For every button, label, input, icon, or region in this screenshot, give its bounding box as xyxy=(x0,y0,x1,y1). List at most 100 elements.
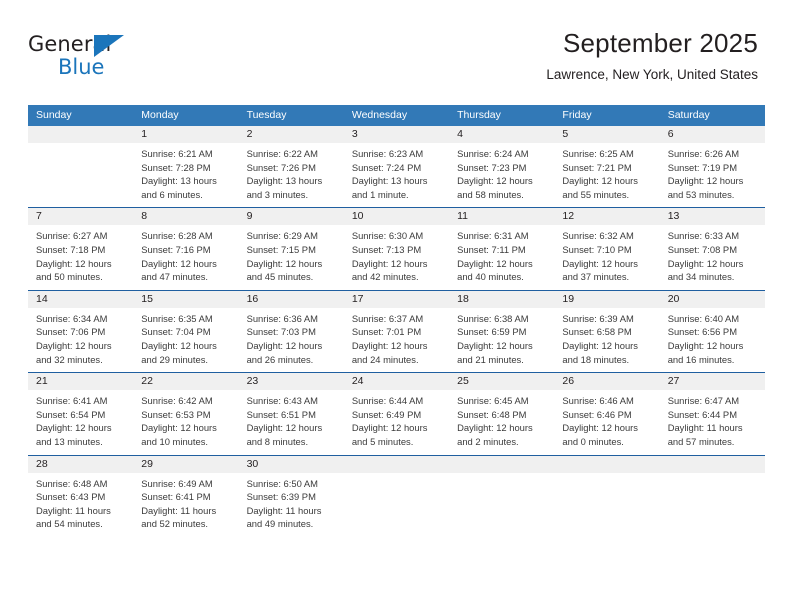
daylight-text-line2: and 57 minutes. xyxy=(667,435,735,447)
sunrise-text: Sunrise: 6:46 AM xyxy=(562,395,634,407)
sunset-text: Sunset: 7:13 PM xyxy=(351,243,422,255)
calendar-day-cell[interactable]: 30 Sunrise: 6:50 AM Sunset: 6:39 PM Dayligh… xyxy=(238,455,344,537)
day-details: Sunrise: 6:50 AM Sunset: 6:39 PM Daylight:… xyxy=(239,473,344,537)
calendar-day-cell[interactable]: 8 Sunrise: 6:28 AM Sunset: 7:16 PM Daylight… xyxy=(133,208,239,289)
calendar-day-cell[interactable]: 13 Sunrise: 6:33 AM Sunset: 7:08 PM Dayligh… xyxy=(659,208,765,289)
day-number: 20 xyxy=(659,290,765,308)
daylight-text-line2: and 2 minutes. xyxy=(457,435,519,447)
day-details xyxy=(449,473,554,483)
sunset-text: Sunset: 6:53 PM xyxy=(141,408,211,420)
calendar-day-cell[interactable]: 29 Sunrise: 6:49 AM Sunset: 6:41 PM Dayligh… xyxy=(133,455,239,537)
sunset-text: Sunset: 7:08 PM xyxy=(667,243,737,255)
day-details: Sunrise: 6:44 AM Sunset: 6:49 PM Daylight:… xyxy=(344,390,449,454)
sunset-text: Sunset: 7:19 PM xyxy=(667,161,737,173)
daylight-text-line2: and 50 minutes. xyxy=(36,271,103,283)
calendar-day-cell[interactable]: 7 Sunrise: 6:27 AM Sunset: 7:18 PM Daylight… xyxy=(28,208,134,289)
calendar-day-cell[interactable]: 27 Sunrise: 6:47 AM Sunset: 6:44 PM Dayligh… xyxy=(659,373,765,454)
calendar-day-cell[interactable]: 2 Sunrise: 6:22 AM Sunset: 7:26 PM Daylight… xyxy=(238,126,344,207)
calendar-day-cell[interactable]: 17 Sunrise: 6:37 AM Sunset: 7:01 PM Dayligh… xyxy=(343,290,450,372)
calendar-day-cell[interactable]: 26 Sunrise: 6:46 AM Sunset: 6:46 PM Dayligh… xyxy=(554,373,660,454)
day-number: 16 xyxy=(238,290,344,308)
sunset-text: Sunset: 6:58 PM xyxy=(562,326,632,338)
daylight-text-line2: and 32 minutes. xyxy=(36,353,103,365)
calendar-day-cell[interactable]: 18 Sunrise: 6:38 AM Sunset: 6:59 PM Dayligh… xyxy=(449,290,555,372)
sunrise-text: Sunrise: 6:40 AM xyxy=(667,312,740,324)
daylight-text-line2: and 58 minutes. xyxy=(457,188,524,200)
sunrise-text: Sunrise: 6:33 AM xyxy=(667,230,740,242)
daylight-text-line1: Daylight: 13 hours xyxy=(351,175,428,187)
location-subtitle: Lawrence, New York, United States xyxy=(546,67,758,82)
daylight-text-line2: and 54 minutes. xyxy=(36,518,103,530)
daylight-text-line2: and 37 minutes. xyxy=(562,271,630,283)
calendar-day-cell[interactable]: 9 Sunrise: 6:29 AM Sunset: 7:15 PM Daylight… xyxy=(238,208,344,289)
calendar-day-cell[interactable]: 10 Sunrise: 6:30 AM Sunset: 7:13 PM Dayligh… xyxy=(343,208,450,289)
sunrise-text: Sunrise: 6:22 AM xyxy=(246,148,318,159)
daylight-text-line2: and 13 minutes. xyxy=(36,435,103,447)
weekday-header-row: Sunday Monday Tuesday Wednesday Thursday Frid… xyxy=(28,105,765,126)
sunset-text: Sunset: 7:24 PM xyxy=(351,161,422,173)
day-details: Sunrise: 6:37 AM Sunset: 7:01 PM Daylight:… xyxy=(344,308,449,372)
day-number: 19 xyxy=(554,290,660,308)
calendar-day-cell[interactable]: 21 Sunrise: 6:41 AM Sunset: 6:54 PM Dayligh… xyxy=(28,373,134,454)
calendar-day-cell[interactable]: 6 Sunrise: 6:26 AM Sunset: 7:19 PM Daylight… xyxy=(659,126,765,207)
calendar-day-cell[interactable]: 1 Sunrise: 6:21 AM Sunset: 7:28 PM Daylight… xyxy=(133,126,239,207)
day-details: Sunrise: 6:34 AM Sunset: 7:06 PM Daylight:… xyxy=(28,308,133,372)
daylight-text-line1: Daylight: 12 hours xyxy=(351,257,428,269)
calendar-day-cell[interactable]: 4 Sunrise: 6:24 AM Sunset: 7:23 PM Daylight… xyxy=(449,126,555,207)
sunset-text: Sunset: 7:23 PM xyxy=(457,161,527,173)
calendar-day-cell[interactable]: 14 Sunrise: 6:34 AM Sunset: 7:06 PM Dayligh… xyxy=(28,290,134,372)
calendar-day-cell[interactable]: 3 Sunrise: 6:23 AM Sunset: 7:24 PM Daylight… xyxy=(343,126,450,207)
day-details: Sunrise: 6:49 AM Sunset: 6:41 PM Daylight:… xyxy=(133,473,238,537)
day-details: Sunrise: 6:39 AM Sunset: 6:58 PM Daylight:… xyxy=(554,308,659,372)
calendar-day-cell[interactable]: 12 Sunrise: 6:32 AM Sunset: 7:10 PM Dayligh… xyxy=(554,208,660,289)
calendar-day-cell[interactable]: 15 Sunrise: 6:35 AM Sunset: 7:04 PM Dayligh… xyxy=(133,290,239,372)
calendar-day-cell-empty xyxy=(659,455,765,537)
day-details: Sunrise: 6:23 AM Sunset: 7:24 PM Daylight:… xyxy=(344,143,449,207)
day-number xyxy=(554,455,660,473)
daylight-text-line1: Daylight: 12 hours xyxy=(351,422,428,434)
sunset-text: Sunset: 6:43 PM xyxy=(36,491,106,503)
sunrise-text: Sunrise: 6:47 AM xyxy=(667,395,740,407)
day-number: 7 xyxy=(28,208,134,226)
day-number: 4 xyxy=(449,126,555,143)
day-number: 22 xyxy=(133,373,239,391)
sunset-text: Sunset: 7:03 PM xyxy=(246,326,316,338)
sunset-text: Sunset: 6:39 PM xyxy=(246,491,316,503)
calendar-week-row: 21 Sunrise: 6:41 AM Sunset: 6:54 PM Dayligh… xyxy=(28,372,765,454)
daylight-text-line2: and 40 minutes. xyxy=(457,271,524,283)
calendar-day-cell[interactable]: 19 Sunrise: 6:39 AM Sunset: 6:58 PM Dayligh… xyxy=(554,290,660,372)
daylight-text-line2: and 3 minutes. xyxy=(246,188,309,200)
sunrise-text: Sunrise: 6:29 AM xyxy=(246,230,318,242)
calendar-day-cell[interactable]: 22 Sunrise: 6:42 AM Sunset: 6:53 PM Dayligh… xyxy=(133,373,239,454)
sunset-text: Sunset: 7:18 PM xyxy=(36,243,106,255)
calendar-day-cell[interactable]: 25 Sunrise: 6:45 AM Sunset: 6:48 PM Dayligh… xyxy=(449,373,555,454)
day-number: 11 xyxy=(449,208,555,226)
general-blue-logo[interactable]: General Blue xyxy=(28,32,168,90)
calendar-day-cell[interactable]: 23 Sunrise: 6:43 AM Sunset: 6:51 PM Dayligh… xyxy=(238,373,344,454)
day-number xyxy=(449,455,555,473)
calendar-week-row: 28 Sunrise: 6:48 AM Sunset: 6:43 PM Dayligh… xyxy=(28,454,765,537)
sunrise-text: Sunrise: 6:27 AM xyxy=(36,230,108,242)
calendar-day-cell[interactable]: 5 Sunrise: 6:25 AM Sunset: 7:21 PM Daylight… xyxy=(554,126,660,207)
day-number: 17 xyxy=(343,290,450,308)
daylight-text-line1: Daylight: 12 hours xyxy=(141,422,217,434)
day-details: Sunrise: 6:48 AM Sunset: 6:43 PM Daylight:… xyxy=(28,473,133,537)
calendar-day-cell[interactable]: 28 Sunrise: 6:48 AM Sunset: 6:43 PM Dayligh… xyxy=(28,455,134,537)
calendar-day-cell[interactable]: 20 Sunrise: 6:40 AM Sunset: 6:56 PM Dayligh… xyxy=(659,290,765,372)
sunset-text: Sunset: 7:15 PM xyxy=(246,243,316,255)
day-details: Sunrise: 6:42 AM Sunset: 6:53 PM Daylight:… xyxy=(133,390,238,454)
daylight-text-line2: and 6 minutes. xyxy=(141,188,203,200)
day-details xyxy=(28,143,133,153)
weekday-header-wednesday: Wednesday xyxy=(351,109,408,121)
day-number: 1 xyxy=(133,126,239,143)
page-title: September 2025 xyxy=(562,28,758,58)
calendar-day-cell[interactable]: 11 Sunrise: 6:31 AM Sunset: 7:11 PM Dayligh… xyxy=(449,208,555,289)
daylight-text-line2: and 24 minutes. xyxy=(351,353,419,365)
triangle-icon xyxy=(94,35,124,57)
daylight-text-line2: and 53 minutes. xyxy=(667,188,735,200)
calendar-day-cell[interactable]: 24 Sunrise: 6:44 AM Sunset: 6:49 PM Dayligh… xyxy=(343,373,450,454)
sunrise-text: Sunrise: 6:37 AM xyxy=(351,312,424,324)
daylight-text-line1: Daylight: 12 hours xyxy=(141,339,217,351)
day-number: 3 xyxy=(343,126,450,143)
calendar-day-cell[interactable]: 16 Sunrise: 6:36 AM Sunset: 7:03 PM Dayligh… xyxy=(238,290,344,372)
